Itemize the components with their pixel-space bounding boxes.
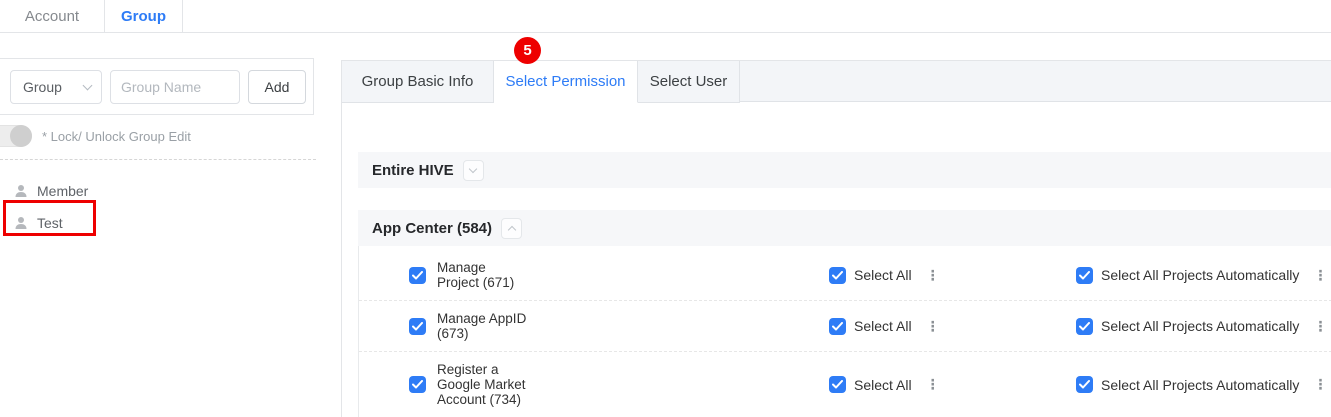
annotation-step-badge: 5	[514, 37, 541, 64]
group-type-select-value: Group	[23, 79, 62, 95]
tab-bar-filler	[740, 61, 1331, 102]
group-type-select[interactable]: Group	[10, 70, 102, 104]
select-all-label: Select All	[854, 267, 912, 283]
check-icon	[832, 380, 843, 389]
tab-select-user[interactable]: Select User	[638, 61, 740, 103]
lock-toggle-label: * Lock/ Unlock Group Edit	[42, 129, 191, 144]
section-entire-hive: Entire HIVE	[358, 152, 1331, 188]
kebab-menu-icon[interactable]: ⋮	[1313, 267, 1327, 284]
select-all-auto-label: Select All Projects Automatically	[1101, 267, 1299, 283]
tab-select-permission[interactable]: Select Permission	[494, 61, 638, 103]
checkbox-checked[interactable]	[1076, 376, 1093, 393]
group-item-label: Test	[37, 215, 63, 231]
check-icon	[1079, 322, 1090, 331]
person-icon	[13, 215, 29, 231]
chevron-down-icon	[83, 80, 93, 90]
check-icon	[1079, 380, 1090, 389]
checkbox-checked[interactable]	[1076, 267, 1093, 284]
group-name-input[interactable]	[110, 70, 240, 104]
group-list-item-member[interactable]: Member	[0, 175, 318, 207]
tab-account[interactable]: Account	[0, 0, 105, 33]
permission-label: Manage Project (671)	[437, 260, 514, 290]
checkbox-checked[interactable]	[409, 267, 426, 284]
checkbox-checked[interactable]	[409, 318, 426, 335]
add-group-button[interactable]: Add	[248, 70, 306, 104]
expand-section-button[interactable]	[463, 160, 484, 181]
checkbox-checked[interactable]	[409, 376, 426, 393]
tab-group-label: Group	[121, 8, 166, 25]
kebab-menu-icon[interactable]: ⋮	[926, 267, 940, 284]
app-center-permission-list: Manage Project (671) Select All ⋮	[358, 246, 1331, 417]
chevron-down-icon	[469, 164, 477, 172]
select-all-cell: Select All ⋮	[829, 376, 1076, 393]
select-all-auto-cell: Select All Projects Automatically ⋮	[1076, 376, 1327, 393]
checkbox-checked[interactable]	[1076, 318, 1093, 335]
check-icon	[1079, 271, 1090, 280]
collapse-section-button[interactable]	[501, 218, 522, 239]
sidebar-divider	[0, 159, 316, 160]
kebab-menu-icon[interactable]: ⋮	[926, 376, 940, 393]
main-tab-bar: 5 Group Basic Info Select Permission Sel…	[342, 60, 1331, 102]
check-icon	[412, 271, 423, 280]
kebab-menu-icon[interactable]: ⋮	[1313, 318, 1327, 335]
kebab-menu-icon[interactable]: ⋮	[1313, 376, 1327, 393]
person-icon	[13, 183, 29, 199]
select-all-auto-cell: Select All Projects Automatically ⋮	[1076, 318, 1327, 335]
checkbox-checked[interactable]	[829, 318, 846, 335]
tab-label: Select User	[650, 73, 728, 90]
permission-row: Register a Google Market Account (734) S…	[359, 351, 1331, 417]
check-icon	[412, 322, 423, 331]
group-item-label: Member	[37, 183, 88, 199]
group-list: Member Test	[0, 175, 318, 239]
select-all-cell: Select All ⋮	[829, 267, 1076, 284]
permission-row: Manage Project (671) Select All ⋮	[359, 250, 1331, 300]
check-icon	[832, 322, 843, 331]
select-all-label: Select All	[854, 377, 912, 393]
group-create-panel: Group Add	[0, 58, 314, 115]
permission-label: Register a Google Market Account (734)	[437, 362, 526, 407]
lock-toggle-row: * Lock/ Unlock Group Edit	[0, 124, 318, 148]
section-app-center: App Center (584)	[358, 210, 1331, 246]
tab-label: Select Permission	[505, 73, 625, 90]
group-list-item-test[interactable]: Test	[0, 207, 318, 239]
top-tab-bar: Account Group	[0, 0, 1331, 33]
permission-name-cell: Register a Google Market Account (734)	[359, 362, 829, 407]
permission-row: Manage AppID (673) Select All ⋮	[359, 300, 1331, 351]
permission-name-cell: Manage Project (671)	[359, 260, 829, 290]
permission-content: Entire HIVE App Center (584)	[342, 102, 1331, 417]
check-icon	[832, 271, 843, 280]
chevron-up-icon	[507, 225, 515, 233]
section-title: App Center (584)	[372, 220, 492, 237]
checkbox-checked[interactable]	[829, 376, 846, 393]
kebab-menu-icon[interactable]: ⋮	[926, 318, 940, 335]
tab-group-basic-info[interactable]: Group Basic Info	[342, 61, 494, 103]
tab-group[interactable]: Group	[105, 0, 183, 33]
tab-account-label: Account	[25, 8, 79, 25]
lock-unlock-toggle[interactable]	[0, 125, 32, 147]
select-all-auto-label: Select All Projects Automatically	[1101, 318, 1299, 334]
toggle-knob	[10, 125, 32, 147]
select-all-cell: Select All ⋮	[829, 318, 1076, 335]
main-panel: 5 Group Basic Info Select Permission Sel…	[341, 60, 1331, 417]
select-all-auto-cell: Select All Projects Automatically ⋮	[1076, 267, 1327, 284]
select-all-label: Select All	[854, 318, 912, 334]
tab-label: Group Basic Info	[362, 73, 474, 90]
checkbox-checked[interactable]	[829, 267, 846, 284]
select-all-auto-label: Select All Projects Automatically	[1101, 377, 1299, 393]
check-icon	[412, 380, 423, 389]
permission-name-cell: Manage AppID (673)	[359, 311, 829, 341]
section-title: Entire HIVE	[372, 162, 454, 179]
sidebar: Group Add * Lock/ Unlock Group Edit Memb…	[0, 58, 318, 239]
permission-label: Manage AppID (673)	[437, 311, 526, 341]
